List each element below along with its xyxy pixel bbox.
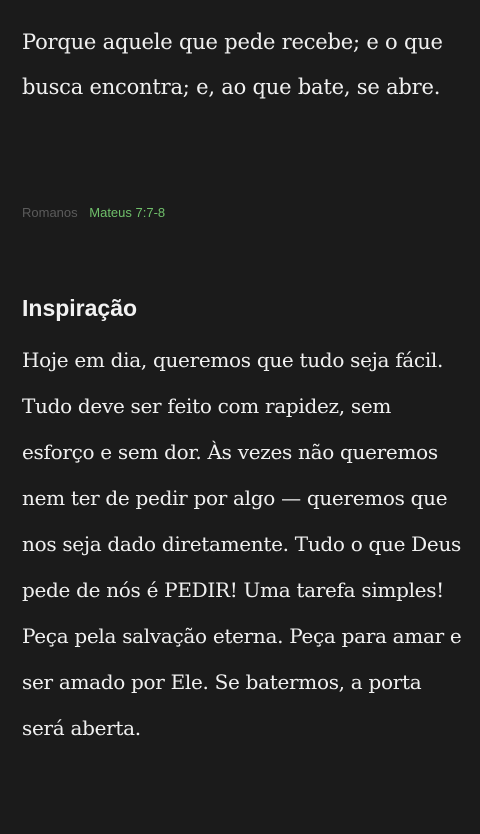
inspiration-text: Hoje em dia, queremos que tudo seja fáci… bbox=[22, 348, 462, 740]
next-section-heading-remnant bbox=[22, 826, 142, 834]
devotional-screen: Porque aquele que pede recebe; e o que b… bbox=[0, 0, 480, 834]
previous-line-remnant bbox=[22, 0, 272, 2]
inspiration-heading: Inspiração bbox=[22, 295, 138, 321]
bible-version-label: Romanos bbox=[22, 205, 78, 220]
verse-text: Porque aquele que pede recebe; e o que b… bbox=[22, 30, 443, 99]
verse-reference: Romanos Mateus 7:7-8 bbox=[22, 204, 165, 222]
verse-reference-link[interactable]: Mateus 7:7-8 bbox=[89, 205, 165, 220]
